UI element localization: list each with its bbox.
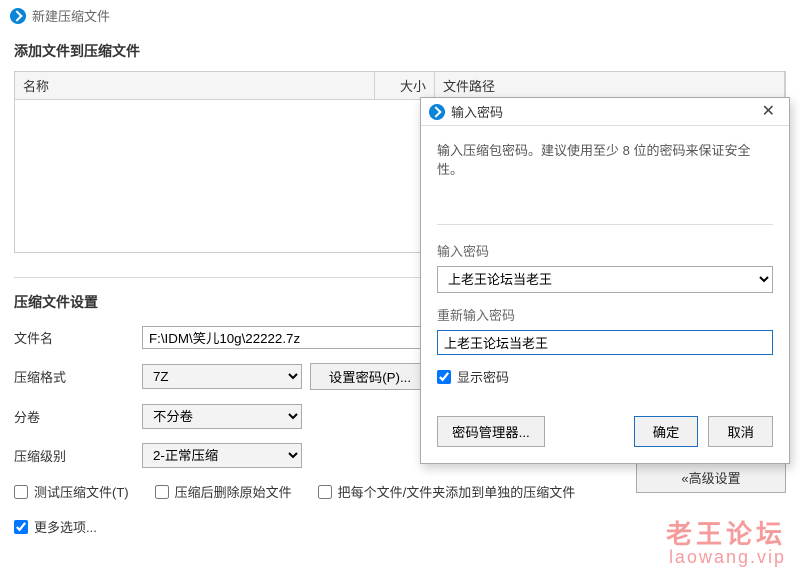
column-path[interactable]: 文件路径 <box>435 72 785 99</box>
more-options-toggle[interactable]: 更多选项... <box>14 517 97 536</box>
dialog-title-text: 输入密码 <box>451 102 503 121</box>
show-password-option[interactable]: 显示密码 <box>437 367 509 386</box>
delete-after-label: 压缩后删除原始文件 <box>175 482 292 501</box>
delete-after-option[interactable]: 压缩后删除原始文件 <box>155 482 292 501</box>
advanced-settings-button[interactable]: «高级设置 <box>636 462 786 493</box>
column-size[interactable]: 大小 <box>375 72 435 99</box>
ok-button[interactable]: 确定 <box>634 416 699 447</box>
dialog-app-icon <box>429 104 445 120</box>
dialog-button-row: 密码管理器... 确定 取消 <box>437 416 773 447</box>
set-password-button[interactable]: 设置密码(P)... <box>310 363 430 390</box>
test-archive-option[interactable]: 测试压缩文件(T) <box>14 482 129 501</box>
re-password-label: 重新输入密码 <box>437 305 773 324</box>
password-select[interactable]: 上老王论坛当老王 <box>437 266 773 293</box>
filename-label: 文件名 <box>14 328 134 347</box>
column-name[interactable]: 名称 <box>15 72 375 99</box>
watermark-line1: 老王论坛 <box>666 520 786 549</box>
split-label: 分卷 <box>14 407 134 426</box>
password-manager-button[interactable]: 密码管理器... <box>437 416 545 447</box>
test-archive-checkbox[interactable] <box>14 485 28 499</box>
dialog-titlebar: 输入密码 ✕ <box>421 98 789 126</box>
more-options-checkbox[interactable] <box>14 520 28 534</box>
re-password-input[interactable] <box>437 330 773 355</box>
more-options-label: 更多选项... <box>34 517 97 536</box>
close-icon[interactable]: ✕ <box>756 104 781 120</box>
show-password-checkbox[interactable] <box>437 370 451 384</box>
level-select[interactable]: 2-正常压缩 <box>142 443 302 468</box>
format-label: 压缩格式 <box>14 367 134 386</box>
table-header-row: 名称 大小 文件路径 <box>15 72 785 100</box>
dialog-divider <box>437 224 773 225</box>
advanced-area: «高级设置 <box>636 462 786 493</box>
add-files-heading: 添加文件到压缩文件 <box>0 31 800 67</box>
test-archive-label: 测试压缩文件(T) <box>34 482 129 501</box>
window-title-text: 新建压缩文件 <box>32 6 110 25</box>
format-select[interactable]: 7Z <box>142 364 302 389</box>
split-select[interactable]: 不分卷 <box>142 404 302 429</box>
level-label: 压缩级别 <box>14 446 134 465</box>
app-icon <box>10 8 26 24</box>
add-separate-option[interactable]: 把每个文件/文件夹添加到单独的压缩文件 <box>318 482 576 501</box>
dialog-hint: 输入压缩包密码。建议使用至少 8 位的密码来保证安全性。 <box>437 140 773 178</box>
password-dialog: 输入密码 ✕ 输入压缩包密码。建议使用至少 8 位的密码来保证安全性。 输入密码… <box>420 97 790 464</box>
window-titlebar: 新建压缩文件 <box>0 0 800 31</box>
password-label: 输入密码 <box>437 241 773 260</box>
watermark: 老王论坛 laowang.vip <box>666 520 786 568</box>
dialog-body: 输入压缩包密码。建议使用至少 8 位的密码来保证安全性。 输入密码 上老王论坛当… <box>421 126 789 463</box>
delete-after-checkbox[interactable] <box>155 485 169 499</box>
add-separate-label: 把每个文件/文件夹添加到单独的压缩文件 <box>338 482 576 501</box>
add-separate-checkbox[interactable] <box>318 485 332 499</box>
watermark-line2: laowang.vip <box>666 548 786 568</box>
show-password-label: 显示密码 <box>457 367 509 386</box>
cancel-button[interactable]: 取消 <box>708 416 773 447</box>
